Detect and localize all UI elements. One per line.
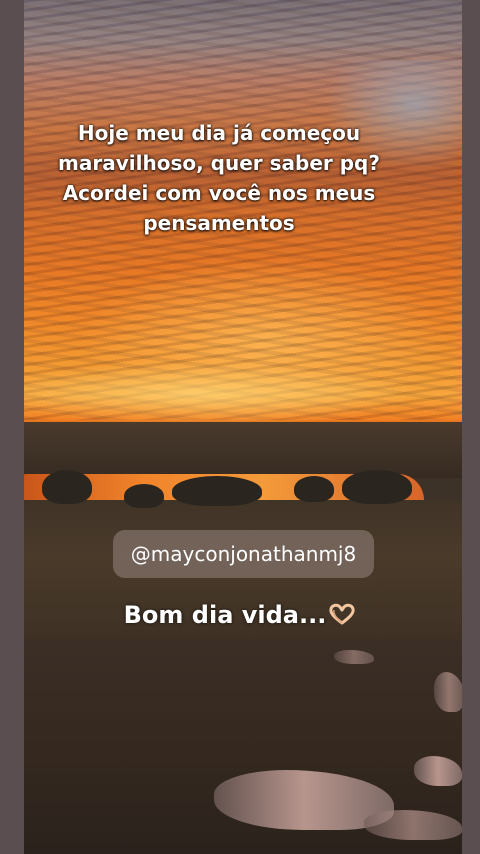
heart-hands-icon	[328, 600, 356, 625]
shrub	[124, 484, 164, 508]
shrub	[342, 470, 412, 504]
shrub	[294, 476, 334, 502]
mention-sticker[interactable]: @mayconjonathanmj8	[113, 530, 374, 578]
puddle	[334, 650, 374, 664]
story-caption: Hoje meu dia já começou maravilhoso, que…	[58, 121, 380, 235]
greeting-text: Bom dia vida...	[60, 598, 420, 632]
puddle	[434, 672, 462, 712]
treeline	[24, 422, 462, 478]
horizon-glow	[24, 340, 462, 430]
mention-label: @mayconjonathanmj8	[130, 542, 357, 566]
greeting-label: Bom dia vida...	[123, 601, 327, 629]
shrub	[42, 470, 92, 504]
shrub	[172, 476, 262, 506]
